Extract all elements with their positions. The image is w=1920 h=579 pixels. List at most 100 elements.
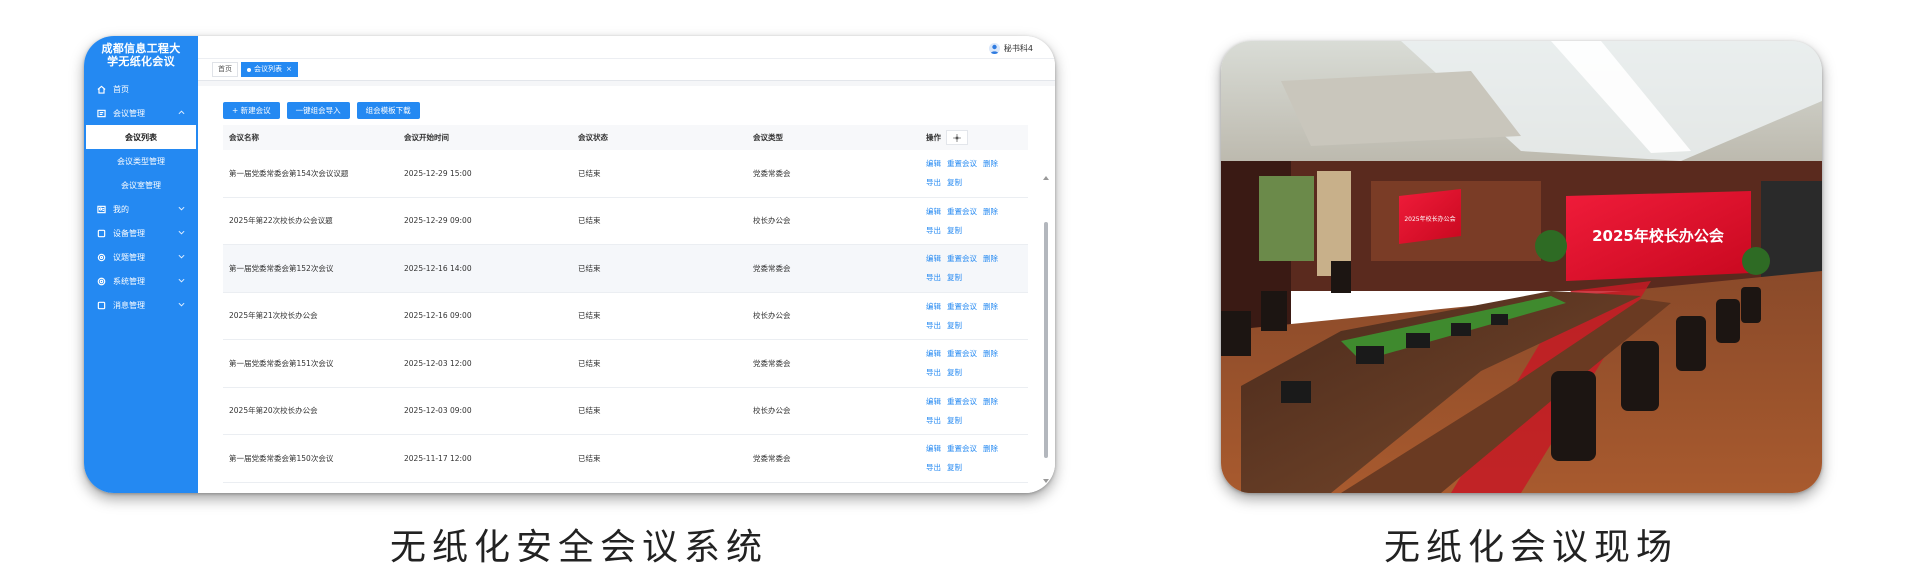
reset-meeting-link[interactable]: 重置会议: [947, 207, 977, 216]
sidebar-item-meeting-management[interactable]: 会议管理: [84, 101, 198, 125]
user-menu[interactable]: 秘书科4: [988, 43, 1033, 54]
meeting-list-panel: + 新建会议 一键组会导入 组会模板下载 会议名称 会议开始时间 会议状态 会议…: [198, 86, 1055, 493]
chevron-down-icon: [178, 301, 186, 309]
settings-icon: [96, 276, 106, 286]
caption-right: 无纸化会议现场: [1384, 527, 1679, 568]
copy-link[interactable]: 复制: [947, 416, 962, 425]
export-link[interactable]: 导出: [926, 226, 941, 235]
sidebar-item-label: 议题管理: [113, 252, 145, 262]
chevron-up-icon: [178, 109, 186, 117]
copy-link[interactable]: 复制: [947, 368, 962, 377]
curtain: [1317, 171, 1351, 276]
column-settings-button[interactable]: [946, 130, 968, 145]
cell-status: 已结束: [578, 168, 601, 178]
edit-link[interactable]: 编辑: [926, 254, 941, 263]
actions-line: 导出 复制: [926, 363, 1028, 382]
reset-meeting-link[interactable]: 重置会议: [947, 159, 977, 168]
edit-link[interactable]: 编辑: [926, 159, 941, 168]
meeting-icon: [96, 108, 106, 118]
delete-link[interactable]: 删除: [983, 444, 998, 453]
meeting-system-screenshot: 成都信息工程大 学无纸化会议 首页 会议管理 会议列表 会议类型管理 会议室管理…: [84, 36, 1055, 493]
copy-link[interactable]: 复制: [947, 321, 962, 330]
reset-meeting-link[interactable]: 重置会议: [947, 349, 977, 358]
sidebar-item-devices[interactable]: 设备管理: [84, 221, 198, 245]
cell-status: 已结束: [578, 311, 601, 321]
actions-line: 导出 复制: [926, 268, 1028, 287]
gear-icon: [953, 133, 961, 142]
scroll-down-arrow[interactable]: [1043, 479, 1049, 483]
reset-meeting-link[interactable]: 重置会议: [947, 397, 977, 406]
delete-link[interactable]: 删除: [983, 254, 998, 263]
table-row: 2025年第21次校长办公会 2025-12-16 09:00 已结束 校长办公会 编辑…: [223, 293, 1028, 340]
delete-link[interactable]: 删除: [983, 349, 998, 358]
main-area: 秘书科4 首页 会议列表 × + 新建会议 一键组会导入 组会模板下载 会议名称…: [198, 36, 1055, 493]
monitor: [1281, 381, 1311, 403]
submenu-item-meeting-list[interactable]: 会议列表: [86, 125, 196, 149]
submenu-item-meeting-types[interactable]: 会议类型管理: [84, 149, 198, 173]
monitor: [1356, 346, 1384, 364]
copy-link[interactable]: 复制: [947, 226, 962, 235]
cell-meeting-name: 2025年第20次校长办公会: [229, 406, 318, 416]
user-icon: [96, 204, 106, 214]
new-meeting-button[interactable]: + 新建会议: [223, 102, 280, 119]
caption-left: 无纸化安全会议系统: [390, 527, 769, 568]
main-screen-text: 2025年校长办公会: [1592, 227, 1724, 245]
copy-link[interactable]: 复制: [947, 273, 962, 282]
export-link[interactable]: 导出: [926, 416, 941, 425]
cell-meeting-type: 党委常委会: [753, 263, 791, 273]
sidebar-item-label: 首页: [113, 84, 129, 94]
delete-link[interactable]: 删除: [983, 159, 998, 168]
col-header-actions: 操作: [921, 130, 1028, 145]
sidebar-item-system[interactable]: 系统管理: [84, 269, 198, 293]
user-name: 秘书科4: [1003, 44, 1033, 53]
edit-link[interactable]: 编辑: [926, 349, 941, 358]
cell-status: 已结束: [578, 358, 601, 368]
export-link[interactable]: 导出: [926, 273, 941, 282]
delete-link[interactable]: 删除: [983, 397, 998, 406]
sidebar-item-messages[interactable]: 消息管理: [84, 293, 198, 317]
actions-line: 编辑 重置会议 删除: [926, 202, 1028, 221]
actions-line: 导出 复制: [926, 173, 1028, 192]
edit-link[interactable]: 编辑: [926, 302, 941, 311]
tab-home[interactable]: 首页: [212, 62, 238, 77]
brand-line-2: 学无纸化会议: [107, 55, 175, 68]
export-link[interactable]: 导出: [926, 321, 941, 330]
edit-link[interactable]: 编辑: [926, 397, 941, 406]
col-header-status: 会议状态: [578, 133, 608, 142]
meeting-room-photo: 2025年校长办公会 2025年校长办公会: [1221, 41, 1822, 493]
sidebar-item-mine[interactable]: 我的: [84, 197, 198, 221]
actions-line: 编辑 重置会议 删除: [926, 249, 1028, 268]
copy-link[interactable]: 复制: [947, 178, 962, 187]
delete-link[interactable]: 删除: [983, 207, 998, 216]
sidebar-item-label: 系统管理: [113, 276, 145, 286]
edit-link[interactable]: 编辑: [926, 444, 941, 453]
sidebar-item-home[interactable]: 首页: [84, 77, 198, 101]
delete-link[interactable]: 删除: [983, 302, 998, 311]
cell-start-time: 2025-12-29 15:00: [404, 168, 472, 178]
chair: [1621, 341, 1659, 411]
table-body: 第一届党委常委会第154次会议议题 2025-12-29 15:00 已结束 党委常委…: [223, 150, 1028, 483]
actions-line: 编辑 重置会议 删除: [926, 439, 1028, 458]
reset-meeting-link[interactable]: 重置会议: [947, 302, 977, 311]
vertical-scrollbar[interactable]: [1044, 222, 1048, 458]
reset-meeting-link[interactable]: 重置会议: [947, 444, 977, 453]
edit-link[interactable]: 编辑: [926, 207, 941, 216]
export-link[interactable]: 导出: [926, 368, 941, 377]
copy-link[interactable]: 复制: [947, 463, 962, 472]
submenu-item-meeting-rooms[interactable]: 会议室管理: [84, 173, 198, 197]
actions-line: 编辑 重置会议 删除: [926, 154, 1028, 173]
cell-status: 已结束: [578, 406, 601, 416]
brand-line-1: 成都信息工程大: [101, 42, 181, 55]
chevron-down-icon: [178, 277, 186, 285]
close-icon[interactable]: ×: [286, 65, 292, 74]
export-link[interactable]: 导出: [926, 178, 941, 187]
scroll-up-arrow[interactable]: [1043, 176, 1049, 180]
cell-status: 已结束: [578, 263, 601, 273]
export-link[interactable]: 导出: [926, 463, 941, 472]
reset-meeting-link[interactable]: 重置会议: [947, 254, 977, 263]
sidebar-item-topics[interactable]: 议题管理: [84, 245, 198, 269]
import-meeting-button[interactable]: 一键组会导入: [286, 102, 350, 119]
tab-meeting-list[interactable]: 会议列表 ×: [241, 62, 298, 77]
download-template-button[interactable]: 组会模板下载: [356, 102, 420, 119]
chair: [1741, 287, 1761, 323]
